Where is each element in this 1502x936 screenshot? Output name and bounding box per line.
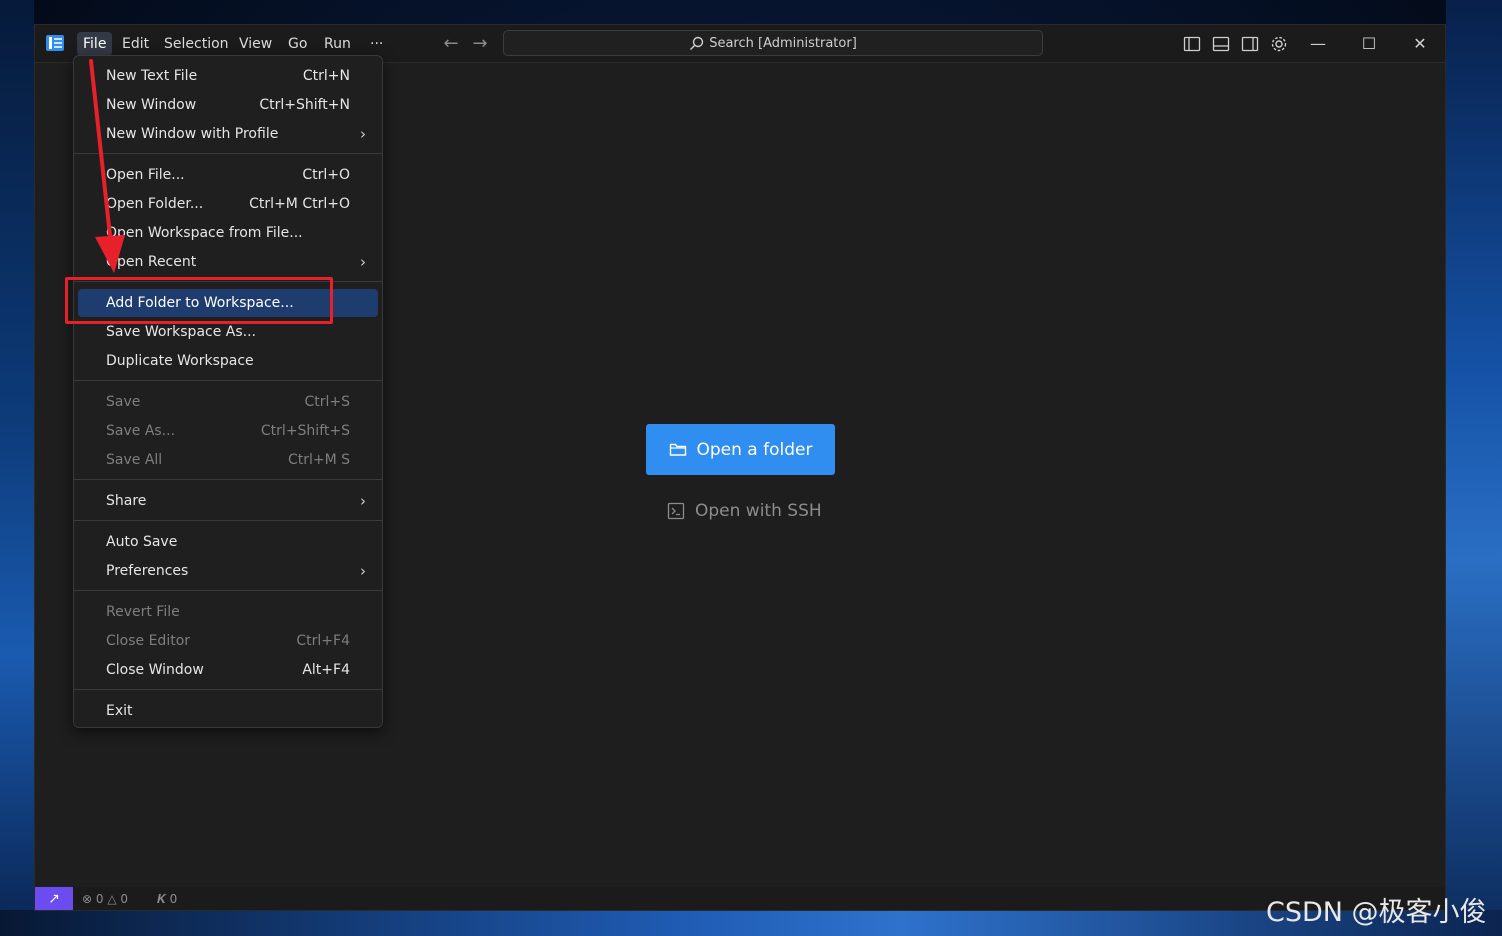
command-search-box[interactable]: Search [Administrator] [503, 30, 1043, 56]
menu-item-shortcut: Ctrl+Shift+S [260, 423, 350, 439]
menu-item-preferences[interactable]: Preferences › [78, 557, 378, 585]
errors-status[interactable]: ⊗ 0 △ 0 [82, 887, 129, 910]
terminal-icon [667, 502, 685, 520]
broadcast-icon: 𝜥 [157, 892, 166, 906]
desktop-background-right [1446, 0, 1502, 936]
menu-item-close-window[interactable]: Close Window Alt+F4 [78, 656, 378, 684]
menu-item-save[interactable]: Save Ctrl+S [78, 388, 378, 416]
close-icon[interactable]: ✕ [1407, 31, 1433, 57]
status-bar: ↗ ⊗ 0 △ 0 𝜥 0 [35, 887, 1445, 910]
menu-separator [74, 479, 382, 480]
menu-item-revert-file[interactable]: Revert File [78, 598, 378, 626]
open-folder-button[interactable]: Open a folder [646, 424, 835, 475]
menu-item-shortcut: Ctrl+M S [287, 452, 350, 468]
back-arrow-icon[interactable]: ← [440, 33, 462, 55]
menu-more[interactable]: ··· [364, 32, 389, 56]
menu-item-label: Preferences [106, 563, 189, 579]
toggle-panel-icon[interactable] [1211, 34, 1231, 54]
warning-icon: △ [107, 892, 117, 906]
search-icon [690, 36, 704, 50]
editor-window: File Edit Selection View Go Run ··· ← → … [34, 24, 1446, 911]
errors-count: 0 [95, 892, 104, 906]
gear-icon[interactable] [1269, 34, 1289, 54]
menu-item-label: Duplicate Workspace [106, 353, 254, 369]
menu-item-label: Share [106, 493, 147, 509]
remote-icon: ↗ [48, 891, 60, 907]
menu-separator [74, 590, 382, 591]
minimize-icon[interactable]: — [1305, 31, 1331, 57]
menu-item-label: Auto Save [106, 534, 178, 550]
chevron-right-icon: › [360, 125, 366, 143]
menu-item-label: Save [106, 394, 141, 410]
menu-separator [74, 689, 382, 690]
menu-separator [74, 520, 382, 521]
menu-item-label: Revert File [106, 604, 180, 620]
open-ssh-link[interactable]: Open with SSH [667, 498, 822, 524]
menu-item-exit[interactable]: Exit [78, 697, 378, 725]
chevron-right-icon: › [360, 562, 366, 580]
menu-go[interactable]: Go [282, 32, 313, 56]
search-placeholder: Search [Administrator] [709, 35, 857, 51]
menu-item-shortcut: Ctrl+S [304, 394, 350, 410]
watermark: CSDN @极客小俊 [1266, 897, 1487, 928]
menu-view[interactable]: View [233, 32, 278, 56]
menu-item-auto-save[interactable]: Auto Save [78, 528, 378, 556]
chevron-right-icon: › [360, 492, 366, 510]
forward-arrow-icon[interactable]: → [469, 33, 491, 55]
ports-status[interactable]: 𝜥 0 [157, 887, 178, 910]
toggle-primary-sidebar-icon[interactable] [1182, 34, 1202, 54]
menu-item-label: Close Window [106, 662, 204, 678]
menu-item-close-editor[interactable]: Close Editor Ctrl+F4 [78, 627, 378, 655]
chevron-right-icon: › [360, 253, 366, 271]
toggle-secondary-sidebar-icon[interactable] [1240, 34, 1260, 54]
desktop-background-left [0, 0, 34, 936]
warnings-count: 0 [120, 892, 129, 906]
open-folder-label: Open a folder [696, 439, 813, 460]
maximize-icon[interactable]: ☐ [1356, 31, 1382, 57]
menu-item-shortcut: Alt+F4 [302, 662, 350, 678]
menu-item-shortcut: Ctrl+F4 [296, 633, 350, 649]
error-icon: ⊗ [82, 892, 93, 906]
menu-item-label: Exit [106, 703, 133, 719]
menu-item-shortcut: Ctrl+M Ctrl+O [249, 196, 350, 212]
open-ssh-label: Open with SSH [695, 501, 822, 521]
menu-item-shortcut: Ctrl+O [302, 167, 350, 183]
menu-separator [74, 380, 382, 381]
menu-item-duplicate-workspace[interactable]: Duplicate Workspace [78, 347, 378, 375]
menu-item-label: Save All [106, 452, 163, 468]
menu-item-save-all[interactable]: Save All Ctrl+M S [78, 446, 378, 474]
annotation-arrow-icon [89, 59, 125, 273]
remote-indicator-button[interactable]: ↗ [35, 887, 73, 910]
menu-item-share[interactable]: Share › [78, 487, 378, 515]
menu-item-shortcut: Ctrl+N [302, 68, 350, 84]
menu-item-label: Save As... [106, 423, 176, 439]
menu-item-label: Close Editor [106, 633, 191, 649]
folder-icon [669, 443, 686, 456]
menu-run[interactable]: Run [318, 32, 357, 56]
menu-item-save-as[interactable]: Save As... Ctrl+Shift+S [78, 417, 378, 445]
menu-item-shortcut: Ctrl+Shift+N [259, 97, 350, 113]
ports-count: 0 [169, 892, 178, 906]
